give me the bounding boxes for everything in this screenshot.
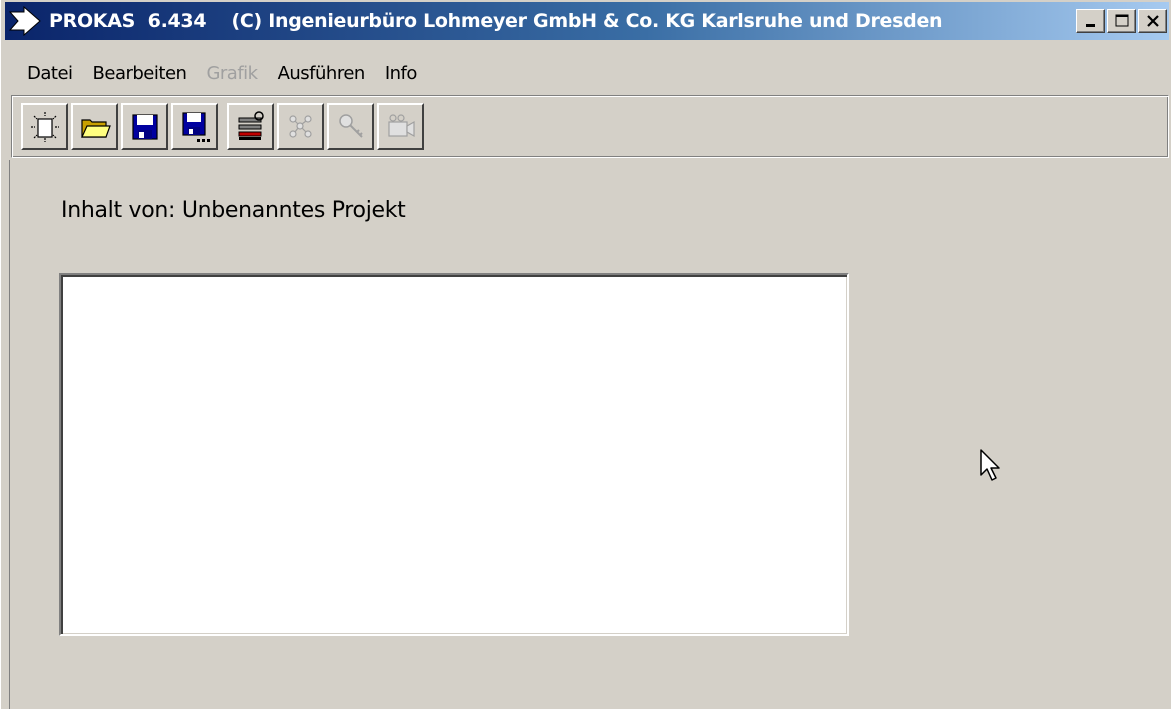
app-window: PROKAS 6.434 (C) Ingenieurbüro Lohmeyer … [0, 0, 1171, 709]
toolbar [21, 103, 427, 150]
menu-grafik[interactable]: Grafik [196, 63, 267, 84]
menu-info[interactable]: Info [375, 63, 427, 84]
close-icon[interactable] [1138, 9, 1167, 33]
key-button[interactable] [327, 103, 374, 150]
network-icon [288, 114, 312, 138]
save-button[interactable] [121, 103, 168, 150]
window-controls [1076, 9, 1167, 33]
menu-ausfuehren[interactable]: Ausführen [268, 63, 375, 84]
open-folder-icon [80, 118, 111, 138]
window-title: PROKAS 6.434 (C) Ingenieurbüro Lohmeyer … [49, 10, 943, 32]
camera-icon [387, 113, 415, 137]
key-icon [338, 113, 363, 138]
camera-button[interactable] [377, 103, 424, 150]
new-project-button[interactable] [21, 103, 68, 150]
arrow-right-icon[interactable] [5, 2, 45, 40]
project-content-listbox[interactable] [59, 273, 849, 636]
network-button[interactable] [277, 103, 324, 150]
title-bar[interactable]: PROKAS 6.434 (C) Ingenieurbüro Lohmeyer … [5, 2, 1169, 40]
project-content-label: Inhalt von: Unbenanntes Projekt [61, 198, 406, 223]
new-project-icon [30, 111, 59, 142]
save-as-button[interactable] [171, 103, 218, 150]
settings-button[interactable] [227, 103, 274, 150]
maximize-icon[interactable] [1107, 9, 1136, 33]
save-as-icon [181, 111, 210, 142]
minimize-icon[interactable] [1076, 9, 1105, 33]
menu-bearbeiten[interactable]: Bearbeiten [83, 63, 197, 84]
settings-tools-icon [238, 110, 264, 140]
save-icon [131, 113, 158, 140]
window-edge [9, 160, 10, 709]
open-button[interactable] [71, 103, 118, 150]
mouse-cursor-icon [979, 448, 1003, 489]
menu-datei[interactable]: Datei [17, 63, 83, 84]
menu-bar: Datei Bearbeiten Grafik Ausführen Info [17, 58, 427, 88]
